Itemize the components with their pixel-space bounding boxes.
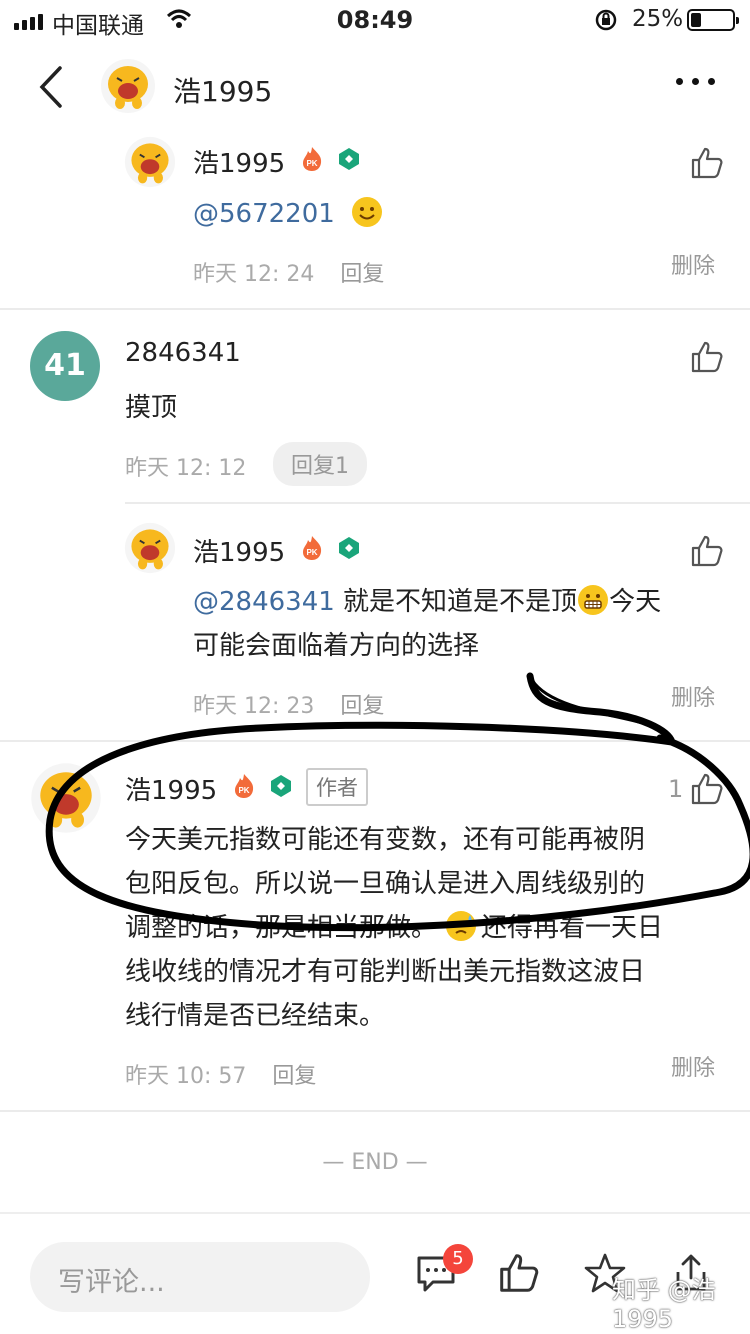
svg-text:PK: PK bbox=[238, 786, 249, 795]
comment-author[interactable]: 2846341 bbox=[125, 338, 241, 368]
reply-count-button[interactable]: 回复1 bbox=[273, 442, 367, 486]
nav-bar: 浩1995 bbox=[0, 40, 750, 130]
comment-count-badge: 5 bbox=[443, 1244, 473, 1274]
delete-button[interactable]: 删除 bbox=[671, 680, 715, 712]
comment-input[interactable]: 写评论... bbox=[30, 1242, 370, 1312]
thumbs-up-icon[interactable] bbox=[690, 146, 724, 180]
comment-time: 昨天 12: 12 bbox=[125, 456, 247, 481]
delete-button[interactable]: 删除 bbox=[671, 248, 715, 280]
delete-button[interactable]: 删除 bbox=[671, 1050, 715, 1082]
status-bar: 中国联通 08:49 25% bbox=[0, 0, 750, 40]
divider bbox=[0, 308, 750, 310]
thumbs-up-icon[interactable] bbox=[690, 772, 724, 806]
mention-link[interactable]: @5672201 bbox=[193, 199, 335, 229]
verified-badge-icon bbox=[271, 775, 291, 797]
verified-badge-icon bbox=[339, 537, 359, 559]
divider bbox=[125, 502, 750, 504]
comment-time: 昨天 10: 57 bbox=[125, 1064, 247, 1089]
end-marker: — END — bbox=[322, 1150, 428, 1175]
comment-text: 可能会面临着方向的选择 bbox=[193, 631, 480, 661]
rotation-lock-icon bbox=[595, 9, 617, 31]
watermark: 知乎 @浩1995 bbox=[612, 1276, 716, 1333]
mention-link[interactable]: @2846341 bbox=[193, 587, 335, 617]
avatar[interactable] bbox=[100, 58, 156, 114]
thumbs-up-icon[interactable] bbox=[498, 1252, 540, 1294]
more-options-icon[interactable] bbox=[676, 78, 715, 85]
back-icon[interactable] bbox=[30, 62, 70, 112]
reply-button[interactable]: 回复 bbox=[340, 694, 384, 719]
author-tag: 作者 bbox=[306, 768, 368, 806]
svg-text:PK: PK bbox=[306, 548, 317, 557]
sweat-emoji-icon bbox=[446, 911, 477, 941]
pk-badge-icon: PK bbox=[303, 536, 322, 560]
comment-time: 昨天 12: 23 bbox=[193, 694, 315, 719]
battery-icon bbox=[687, 9, 739, 31]
comment-text: 就是不知道是不是顶 bbox=[334, 587, 578, 617]
battery-percent: 25% bbox=[632, 6, 684, 32]
reply-button[interactable]: 回复 bbox=[340, 262, 384, 287]
page-title: 浩1995 bbox=[173, 75, 273, 108]
svg-text:PK: PK bbox=[306, 159, 317, 168]
comment-author[interactable]: 浩1995 bbox=[193, 143, 285, 180]
like-count: 1 bbox=[668, 775, 684, 803]
pk-badge-icon: PK bbox=[235, 774, 254, 798]
thumbs-up-icon[interactable] bbox=[690, 340, 724, 374]
avatar[interactable] bbox=[124, 136, 176, 188]
avatar[interactable] bbox=[124, 522, 176, 574]
comment-text: 摸顶 bbox=[125, 393, 178, 423]
avatar[interactable] bbox=[30, 762, 102, 834]
divider bbox=[0, 740, 750, 742]
comment-author[interactable]: 浩1995 bbox=[193, 532, 285, 569]
smile-emoji-icon bbox=[352, 197, 383, 227]
avatar[interactable]: 41 bbox=[30, 331, 100, 401]
divider bbox=[0, 1110, 750, 1112]
verified-badge-icon bbox=[339, 148, 359, 170]
comment-author[interactable]: 浩1995 bbox=[125, 770, 217, 807]
comment-text: 今天美元指数可能还有变数，还有可能再被阴 包阳反包。所以说一旦确认是进入周线级别… bbox=[125, 825, 664, 1031]
pk-badge-icon: PK bbox=[303, 147, 322, 171]
comment-time: 昨天 12: 24 bbox=[193, 262, 315, 287]
reply-button[interactable]: 回复 bbox=[272, 1064, 316, 1089]
grimace-emoji-icon bbox=[578, 585, 609, 615]
thumbs-up-icon[interactable] bbox=[690, 534, 724, 568]
comment-text: 今天 bbox=[609, 587, 662, 617]
